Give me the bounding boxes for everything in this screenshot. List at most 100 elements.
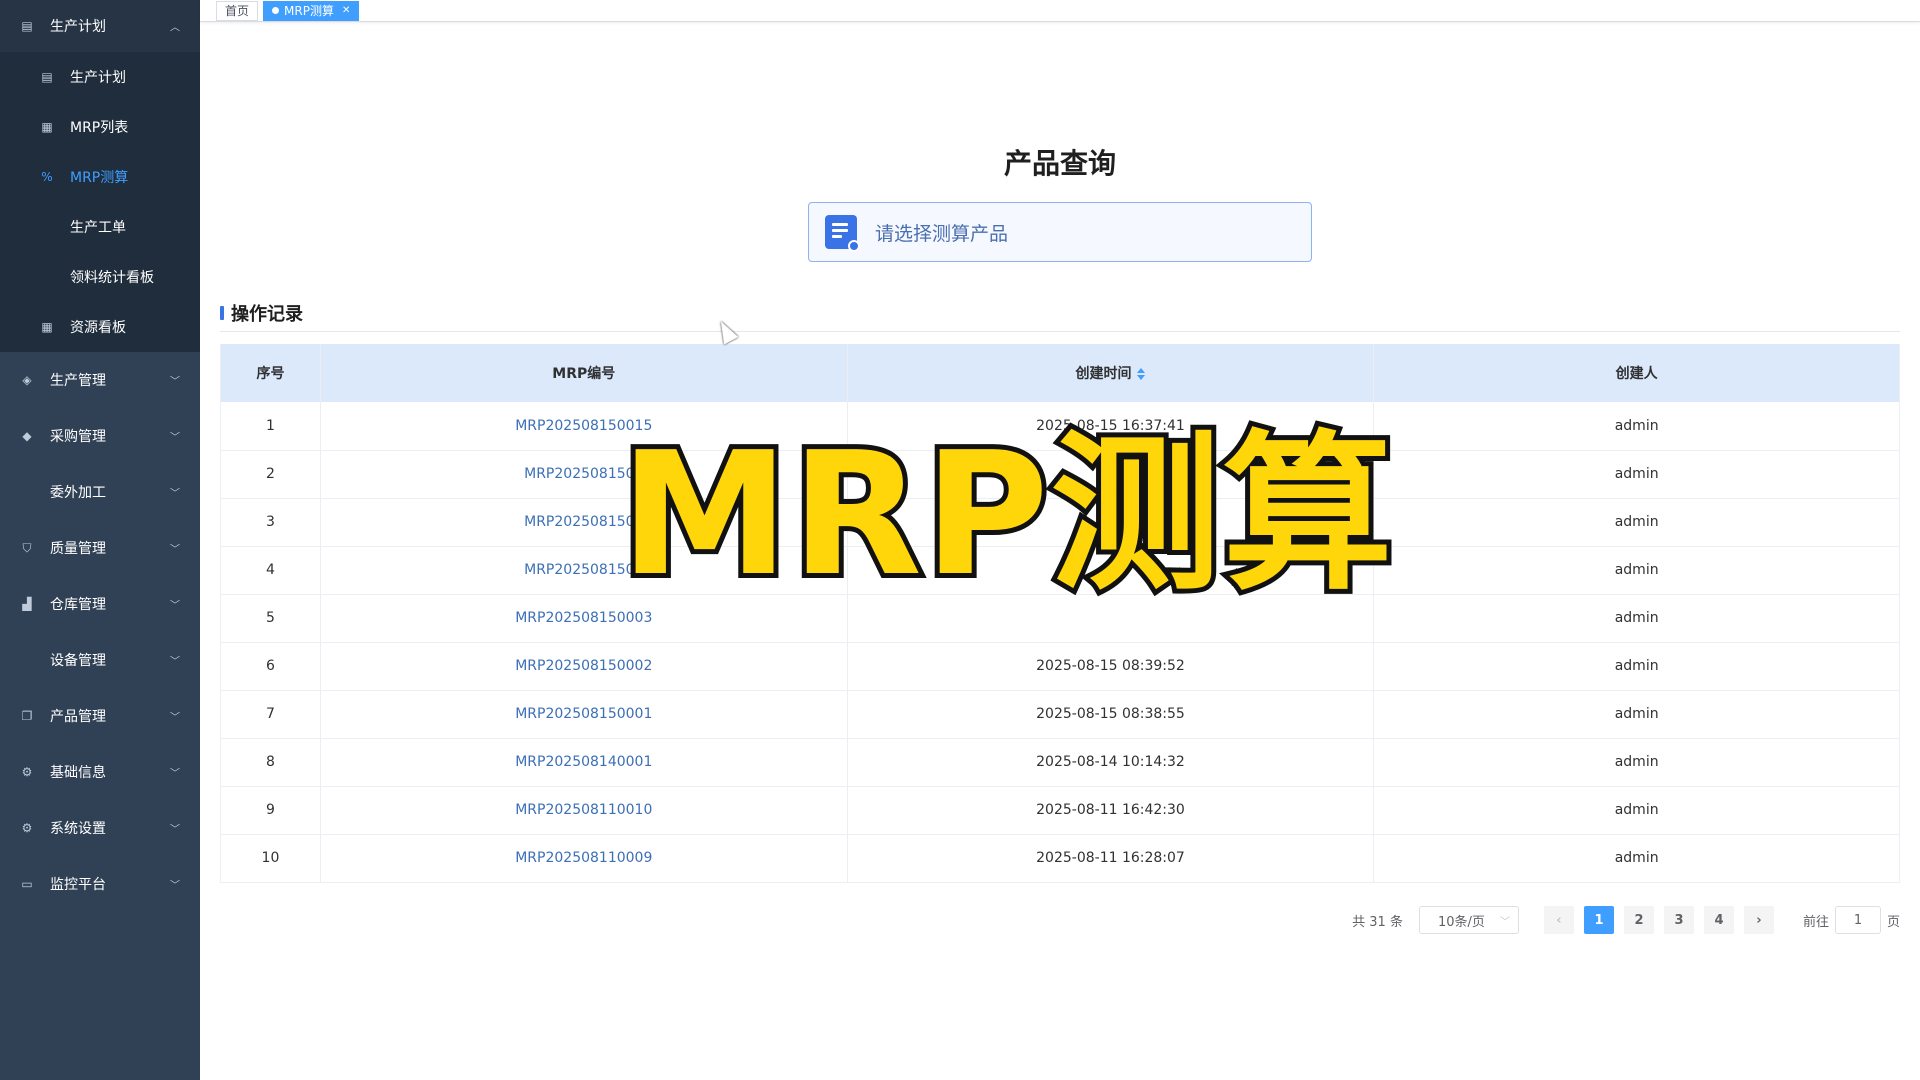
sidebar-item-label: 生产计划: [70, 70, 126, 86]
cell-index: 9: [220, 786, 321, 835]
chevron-down-icon: ﹀: [170, 488, 180, 500]
menu-group-system-settings[interactable]: ⚙ 系统设置 ﹀: [0, 800, 200, 856]
close-icon[interactable]: ✕: [342, 2, 350, 20]
menu-group-outsource[interactable]: 委外加工 ﹀: [0, 464, 200, 520]
menu-group-label: 系统设置: [50, 821, 106, 837]
chevron-down-icon: ﹀: [170, 656, 180, 668]
cell-mrp-code-link[interactable]: MRP202508150002: [320, 642, 848, 691]
cell-created-time: 2025-08-11 16:28:07: [847, 834, 1375, 883]
menu-group-label: 生产管理: [50, 373, 106, 389]
chevron-down-icon: ﹀: [170, 880, 180, 892]
menu-group-production-plan[interactable]: ▤ 生产计划 ︿: [0, 0, 200, 52]
page-button-2[interactable]: 2: [1623, 906, 1654, 934]
col-header-creator: 创建人: [1373, 344, 1900, 402]
chevron-down-icon: ﹀: [170, 432, 180, 444]
sidebar-item-work-order[interactable]: 生产工单: [0, 202, 200, 252]
overlay-caption: MRP测算: [615, 416, 1398, 614]
sidebar-item-mrp-calc[interactable]: % MRP测算: [0, 152, 200, 202]
page-button-4[interactable]: 4: [1703, 906, 1734, 934]
sidebar-item-label: 领料统计看板: [70, 270, 154, 286]
cell-index: 2: [220, 450, 321, 499]
table-row: 10 MRP202508110009 2025-08-11 16:28:07 admi…: [220, 834, 1900, 883]
divider: [220, 331, 1900, 332]
cell-index: 10: [220, 834, 321, 883]
goto-prefix: 前往: [1802, 914, 1829, 930]
section-title-label: 操作记录: [231, 304, 303, 325]
cell-creator: admin: [1373, 546, 1900, 595]
pagination-total: 共 31 条: [1352, 914, 1403, 930]
col-header-mrp-code: MRP编号: [320, 344, 848, 402]
col-header-label: 创建时间: [1075, 366, 1132, 382]
col-header-index: 序号: [220, 344, 321, 402]
menu-group-label: 设备管理: [50, 653, 106, 669]
table-row: 9 MRP202508110010 2025-08-11 16:42:30 admin: [220, 786, 1900, 835]
prev-page-button[interactable]: ‹: [1543, 906, 1574, 934]
menu-group-production-mgmt[interactable]: ◈ 生产管理 ﹀: [0, 352, 200, 408]
next-page-button[interactable]: ›: [1743, 906, 1774, 934]
menu-group-warehouse[interactable]: ▟ 仓库管理 ﹀: [0, 576, 200, 632]
cell-index: 4: [220, 546, 321, 595]
table-header-row: 序号 MRP编号 创建时间 创建人: [220, 344, 1900, 402]
sidebar-item-label: MRP列表: [70, 120, 129, 136]
active-dot-icon: [272, 7, 280, 14]
menu-group-monitor[interactable]: ▭ 监控平台 ﹀: [0, 856, 200, 912]
page-button-3[interactable]: 3: [1663, 906, 1694, 934]
cell-creator: admin: [1373, 450, 1900, 499]
tag-label: MRP测算: [284, 3, 334, 18]
cell-created-time: 2025-08-14 10:14:32: [847, 738, 1375, 787]
sidebar-item-mrp-list[interactable]: ▦ MRP列表: [0, 102, 200, 152]
sidebar-item-resource-board[interactable]: ▦ 资源看板: [0, 302, 200, 352]
page-size-select[interactable]: 10条/页 ﹀: [1418, 906, 1519, 934]
chevron-down-icon: ﹀: [170, 768, 180, 780]
menu-group-label: 基础信息: [50, 765, 106, 781]
sidebar: ▤ 生产计划 ︿ ▤ 生产计划 ▦ MRP列表 % MRP测算 生产工单 领料统…: [0, 0, 200, 1080]
sidebar-item-material-board[interactable]: 领料统计看板: [0, 252, 200, 302]
page-button-1[interactable]: 1: [1583, 906, 1614, 934]
menu-group-purchase[interactable]: ◆ 采购管理 ﹀: [0, 408, 200, 464]
cell-index: 7: [220, 690, 321, 739]
col-header-created-time[interactable]: 创建时间: [847, 344, 1375, 402]
calendar-icon: ▤: [21, 19, 33, 33]
sort-icon[interactable]: [1137, 368, 1146, 380]
tag-mrp-calc[interactable]: MRP测算 ✕: [263, 0, 360, 21]
chevron-down-icon: ﹀: [170, 824, 180, 836]
section-accent-bar: [220, 306, 224, 320]
search-placeholder: 请选择测算产品: [875, 222, 1009, 245]
section-title: 操作记录: [220, 302, 303, 325]
table-row: 6 MRP202508150002 2025-08-15 08:39:52 admin: [220, 642, 1900, 691]
shield-icon: ⛉: [22, 540, 32, 555]
sidebar-item-label: 生产工单: [70, 220, 126, 236]
tag-home[interactable]: 首页: [216, 0, 259, 21]
copy-icon: ❐: [21, 709, 33, 723]
cell-creator: admin: [1373, 690, 1900, 739]
chevron-down-icon: ﹀: [170, 544, 180, 556]
grid-icon: ▦: [41, 320, 53, 334]
pagination: 共 31 条 10条/页 ﹀ ‹ 1 2 3 4 › 前往 页: [1352, 905, 1900, 935]
cell-creator: admin: [1373, 402, 1900, 451]
cell-mrp-code-link[interactable]: MRP202508110009: [320, 834, 848, 883]
menu-group-product[interactable]: ❐ 产品管理 ﹀: [0, 688, 200, 744]
cell-index: 1: [220, 402, 321, 451]
chevron-down-icon: ﹀: [170, 600, 180, 612]
cell-mrp-code-link[interactable]: MRP202508150001: [320, 690, 848, 739]
menu-group-label: 采购管理: [50, 429, 106, 445]
sidebar-item-production-plan[interactable]: ▤ 生产计划: [0, 52, 200, 102]
list-icon: ▦: [41, 120, 53, 134]
monitor-icon: ▭: [21, 877, 33, 891]
menu-group-label: 质量管理: [50, 541, 106, 557]
menu-group-basic-info[interactable]: ⚙ 基础信息 ﹀: [0, 744, 200, 800]
calendar-icon: ▤: [41, 70, 53, 84]
cell-creator: admin: [1373, 738, 1900, 787]
cell-created-time: 2025-08-15 08:38:55: [847, 690, 1375, 739]
product-select-input[interactable]: 请选择测算产品: [808, 202, 1312, 262]
menu-group-equipment[interactable]: 设备管理 ﹀: [0, 632, 200, 688]
goto-page-input[interactable]: [1834, 906, 1881, 934]
cell-index: 6: [220, 642, 321, 691]
chevron-down-icon: ﹀: [170, 376, 180, 388]
cell-mrp-code-link[interactable]: MRP202508140001: [320, 738, 848, 787]
menu-group-label: 生产计划: [50, 19, 106, 35]
cell-mrp-code-link[interactable]: MRP202508110010: [320, 786, 848, 835]
menu-group-quality[interactable]: ⛉ 质量管理 ﹀: [0, 520, 200, 576]
chevron-down-icon: ﹀: [170, 712, 180, 724]
page-size-value: 10条/页: [1437, 914, 1485, 930]
